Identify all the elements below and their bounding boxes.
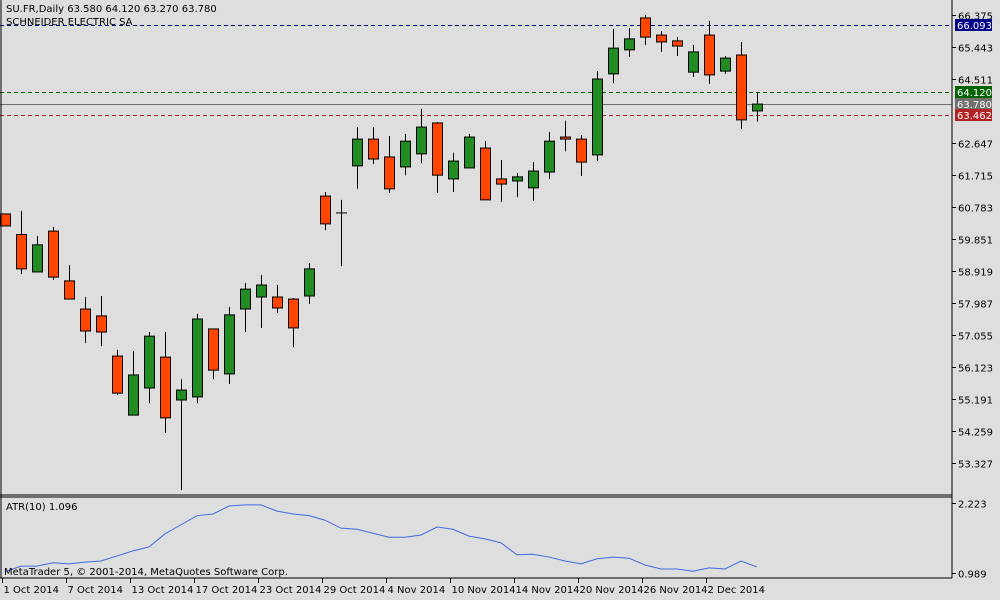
candle-body-bear xyxy=(368,138,379,160)
price-tick-label: 61.715 xyxy=(958,172,993,183)
candle-body-bear xyxy=(64,280,75,300)
candle[interactable] xyxy=(112,349,123,395)
day-low-price-badge-label: 63.462 xyxy=(957,111,992,122)
candle-body-bear xyxy=(80,308,91,332)
price-tick-label: 65.443 xyxy=(958,44,993,55)
candle[interactable] xyxy=(720,56,731,74)
candle[interactable] xyxy=(0,213,11,227)
atr-tick-label: 0.989 xyxy=(958,570,987,581)
candle-body-bull xyxy=(752,103,763,112)
copyright-label: MetaTrader 5, © 2001-2014, MetaQuotes So… xyxy=(4,567,288,578)
candle-body-bear xyxy=(496,178,507,185)
candle-body-bull xyxy=(512,176,523,182)
candle-body-bull xyxy=(304,268,315,297)
candle[interactable] xyxy=(736,41,747,130)
candle-body-bull xyxy=(608,47,619,75)
candle-body-bear xyxy=(16,234,27,270)
candle-body-bear xyxy=(288,298,299,329)
candle-body-bear xyxy=(640,17,651,38)
candle-body-bull xyxy=(464,136,475,169)
candle-body-bull xyxy=(176,389,187,401)
candle-body-bear xyxy=(112,355,123,394)
time-tick-label: 26 Nov 2014 xyxy=(644,585,708,596)
time-tick-label: 1 Oct 2014 xyxy=(4,585,59,596)
candle-body-bear xyxy=(736,54,747,121)
candle-body-bear xyxy=(48,230,59,278)
candle-body-bull xyxy=(592,78,603,156)
time-tick-label: 14 Nov 2014 xyxy=(516,585,580,596)
candle[interactable] xyxy=(192,313,203,404)
candle-body-bull xyxy=(192,318,203,398)
candle-body-bull xyxy=(416,126,427,155)
candle-body-bull xyxy=(688,51,699,73)
time-tick-label: 17 Oct 2014 xyxy=(196,585,258,596)
candle-body-bull xyxy=(224,314,235,375)
time-tick-label: 13 Oct 2014 xyxy=(132,585,194,596)
candle-body-bear xyxy=(480,147,491,201)
price-tick-label: 58.919 xyxy=(958,268,993,279)
chart-background xyxy=(0,0,1000,600)
symbol-ohlc-label: SU.FR,Daily 63.580 64.120 63.270 63.780 xyxy=(6,4,217,15)
candle-body-bull xyxy=(128,374,139,416)
candle-body-bull xyxy=(400,140,411,168)
candle[interactable] xyxy=(592,71,603,162)
candle-body-bear xyxy=(384,156,395,190)
candle[interactable] xyxy=(48,226,59,280)
candle[interactable] xyxy=(480,141,491,201)
candle-body-bull xyxy=(144,335,155,389)
price-tick-label: 62.647 xyxy=(958,140,993,151)
time-tick-label: 10 Nov 2014 xyxy=(452,585,516,596)
candle-body-bear xyxy=(320,195,331,225)
price-tick-label: 59.851 xyxy=(958,236,993,247)
price-tick-label: 55.191 xyxy=(958,396,993,407)
candle-body-bull xyxy=(528,170,539,189)
candle-body-bull xyxy=(32,244,43,273)
price-tick-label: 60.783 xyxy=(958,204,993,215)
time-tick-label: 2 Dec 2014 xyxy=(708,585,766,596)
candle-body-bear xyxy=(0,213,11,227)
candle-body-bear xyxy=(272,296,283,309)
candle[interactable] xyxy=(320,191,331,231)
time-tick-label: 23 Oct 2014 xyxy=(260,585,322,596)
candle[interactable] xyxy=(464,133,475,169)
candle-body-bull xyxy=(624,38,635,51)
price-tick-label: 57.987 xyxy=(958,300,993,311)
candle-body-bear xyxy=(160,356,171,419)
price-tick-label: 54.259 xyxy=(958,428,993,439)
candle-body-bear xyxy=(656,34,667,43)
time-tick-label: 4 Nov 2014 xyxy=(388,585,446,596)
candle-body-bull xyxy=(240,288,251,310)
day-high-price-badge-label: 64.120 xyxy=(957,88,992,99)
candle-body-bear xyxy=(96,315,107,333)
candle-body-bear xyxy=(432,122,443,176)
atr-tick-label: 2.223 xyxy=(958,500,987,511)
time-tick-label: 7 Oct 2014 xyxy=(68,585,123,596)
time-tick-label: 20 Nov 2014 xyxy=(580,585,644,596)
candle-body-bull xyxy=(448,160,459,180)
company-name-label: SCHNEIDER ELECTRIC SA xyxy=(6,17,133,28)
ask-price-badge-label: 66.093 xyxy=(957,21,992,32)
candle-body-bull xyxy=(720,57,731,72)
candle-body-bull xyxy=(544,140,555,173)
price-tick-label: 64.511 xyxy=(958,76,993,87)
price-tick-label: 56.123 xyxy=(958,364,993,375)
candle-body-bear xyxy=(208,328,219,371)
price-tick-label: 53.327 xyxy=(958,460,993,471)
candle-body-bull xyxy=(352,138,363,167)
candle-body-bear xyxy=(704,34,715,76)
chart-canvas[interactable]: 66.37565.44364.51162.64761.71560.78359.8… xyxy=(0,0,1000,600)
candle-body-bear xyxy=(576,138,587,163)
candle-body-bear xyxy=(672,40,683,47)
price-tick-label: 57.055 xyxy=(958,332,993,343)
time-tick-label: 29 Oct 2014 xyxy=(324,585,386,596)
candle-body-bull xyxy=(256,284,267,298)
candle-body-bear xyxy=(560,136,571,140)
atr-indicator-label: ATR(10) 1.096 xyxy=(6,502,77,513)
candle[interactable] xyxy=(224,306,235,384)
